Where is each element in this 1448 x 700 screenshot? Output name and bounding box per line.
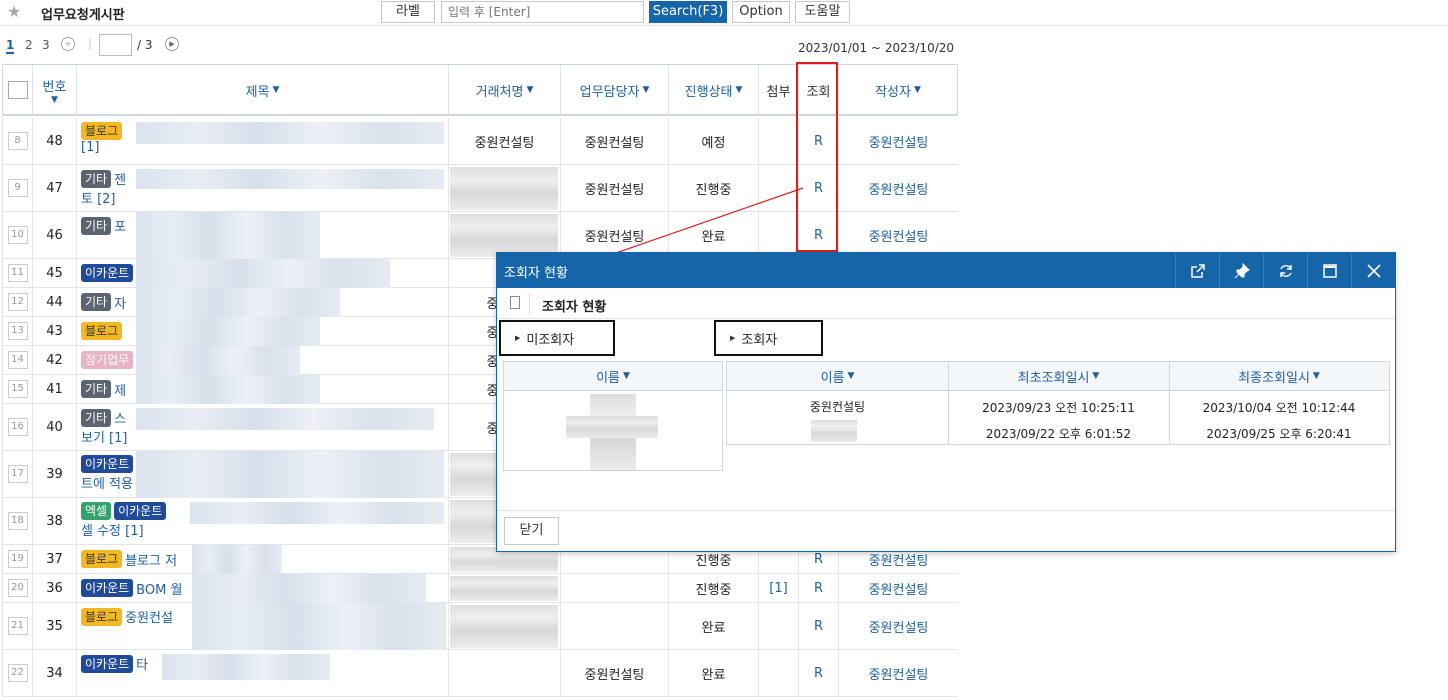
dialog-subtitle: 조회자 현황	[542, 300, 607, 315]
read-row-first: 2023/09/22 오후 6:01:52	[985, 427, 1132, 441]
read-row-last: 2023/10/04 오전 10:12:44	[1202, 401, 1356, 415]
read-row-last: 2023/09/25 오후 6:20:41	[1206, 427, 1352, 441]
blurred-name	[566, 416, 658, 438]
document-icon	[510, 296, 520, 309]
read-section-label: ▶ 조회자	[714, 320, 823, 356]
close-icon[interactable]	[1351, 253, 1395, 288]
triangle-right-icon: ▶	[730, 334, 736, 342]
refresh-icon[interactable]	[1263, 253, 1307, 288]
sort-down-icon: ▼	[1092, 371, 1100, 381]
external-link-icon[interactable]	[1175, 253, 1219, 288]
unread-table: 이름 ▼	[503, 361, 723, 471]
triangle-right-icon: ▶	[515, 334, 521, 342]
close-button[interactable]: 닫기	[504, 517, 559, 545]
sort-down-icon: ▼	[847, 371, 855, 381]
unread-header-name[interactable]: 이름 ▼	[504, 362, 722, 391]
dialog-header: 조회자 현황	[497, 253, 1395, 288]
read-header-last[interactable]: 최종조회일시 ▼	[1169, 362, 1389, 391]
dialog-title: 조회자 현황	[504, 266, 568, 281]
viewer-status-dialog: 조회자 현황 조회자 현황 ▶ 미조회자 ▶ 조회자 이름 ▼ 이름 ▼ 최초조…	[496, 252, 1396, 552]
sort-down-icon: ▼	[1312, 371, 1320, 381]
read-header-first[interactable]: 최초조회일시 ▼	[948, 362, 1169, 391]
read-table: 이름 ▼ 최초조회일시 ▼ 최종조회일시 ▼ 중원컨설팅 2023/09/23 오전 …	[726, 361, 1390, 445]
read-row-name: 중원컨설팅	[809, 400, 866, 414]
dialog-footer-divider	[497, 510, 1395, 511]
divider	[529, 293, 530, 314]
pin-icon[interactable]	[1219, 253, 1263, 288]
blurred-name	[811, 420, 857, 442]
maximize-icon[interactable]	[1307, 253, 1351, 288]
dialog-subheader: 조회자 현황	[497, 288, 1395, 319]
sort-down-icon: ▼	[623, 371, 630, 381]
unread-section-label: ▶ 미조회자	[499, 320, 615, 356]
read-header-name[interactable]: 이름 ▼	[727, 362, 948, 391]
read-row-first: 2023/09/23 오전 10:25:11	[982, 401, 1135, 415]
